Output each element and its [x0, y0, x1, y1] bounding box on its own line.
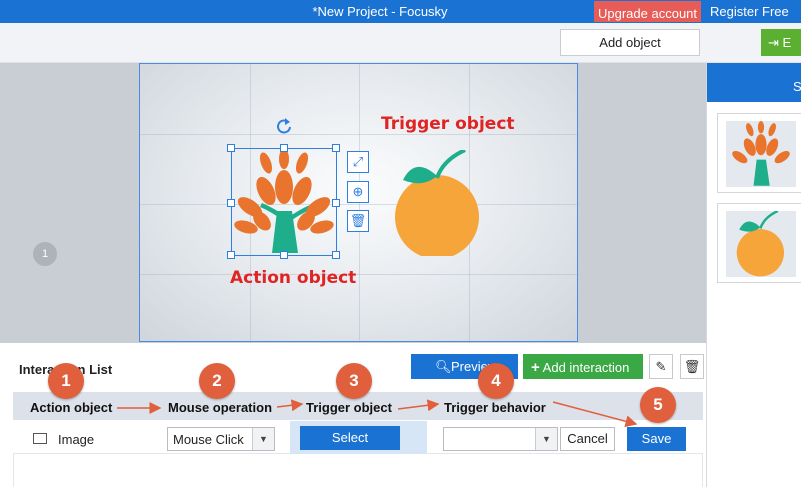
resize-handle[interactable] [227, 144, 235, 152]
thumbnail-orange[interactable] [717, 203, 801, 283]
exit-label: E [782, 35, 792, 50]
trash-icon[interactable]: 🗑︎ [347, 210, 369, 232]
register-free-link[interactable]: Register Free [710, 4, 789, 19]
exit-icon: ⇥ [768, 35, 779, 50]
orange-image[interactable] [393, 150, 483, 256]
grid-line [140, 134, 579, 135]
resize-handle[interactable] [332, 199, 340, 207]
action-object-label: Action object [230, 268, 357, 288]
resize-handle[interactable] [280, 251, 288, 259]
selection-frame[interactable] [227, 144, 340, 259]
rotate-icon[interactable] [275, 117, 293, 135]
tree-thumbnail-icon [732, 121, 790, 186]
page-number-badge[interactable]: 1 [33, 242, 57, 266]
trigger-object-label: Trigger object [381, 114, 515, 134]
grid-line [140, 204, 579, 205]
step-badge-1: 1 [48, 363, 84, 399]
orange-thumbnail-icon [736, 209, 785, 277]
thumbnail-tree[interactable] [717, 113, 801, 193]
workspace: 1 ⤢ ⊕ 🗑︎ Trigger object Action object [0, 63, 706, 343]
add-object-button[interactable]: Add object [560, 29, 700, 56]
interaction-panel: Interaction List 🔍︎ Preview + Add intera… [0, 343, 706, 487]
resize-handle[interactable] [280, 144, 288, 152]
resize-handle[interactable] [332, 144, 340, 152]
right-panel: S [706, 63, 801, 487]
resize-icon[interactable]: ⤢ [347, 151, 369, 173]
step-badge-5: 5 [640, 387, 676, 423]
right-panel-header[interactable]: S [707, 63, 801, 102]
toolbar: Add object ⇥ E [0, 23, 801, 63]
step-badge-4: 4 [478, 363, 514, 399]
resize-handle[interactable] [227, 251, 235, 259]
zoom-in-icon[interactable]: ⊕ [347, 181, 369, 203]
exit-button[interactable]: ⇥ E [761, 29, 801, 56]
step-badge-2: 2 [199, 363, 235, 399]
upgrade-account-button[interactable]: Upgrade account [594, 1, 702, 22]
step-badge-3: 3 [336, 363, 372, 399]
grid-line [140, 274, 579, 275]
title-bar: *New Project - Focusky Upgrade account R… [0, 0, 801, 23]
resize-handle[interactable] [332, 251, 340, 259]
resize-handle[interactable] [227, 199, 235, 207]
